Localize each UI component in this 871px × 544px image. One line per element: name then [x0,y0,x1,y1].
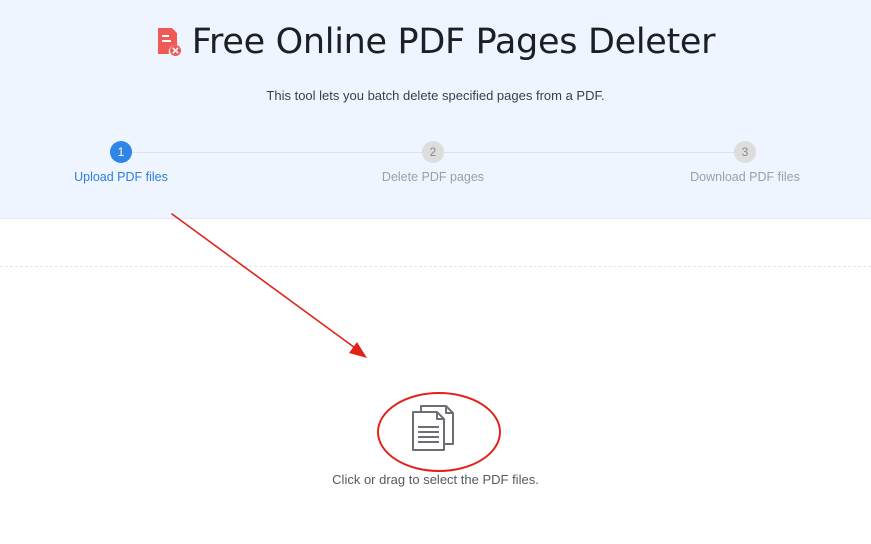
title-row: Free Online PDF Pages Deleter [0,18,871,66]
step-number: 1 [110,141,132,163]
step-upload: 1 Upload PDF files [41,141,201,184]
hero-banner: Free Online PDF Pages Deleter This tool … [0,0,871,219]
page-subtitle: This tool lets you batch delete specifie… [266,88,605,103]
stepper: 1 Upload PDF files 2 Delete PDF pages 3 … [0,141,871,191]
step-download: 3 Download PDF files [665,141,825,184]
step-number: 3 [734,141,756,163]
step-label: Delete PDF pages [381,170,485,184]
step-label: Upload PDF files [74,170,168,184]
step-label: Download PDF files [690,170,800,184]
pdf-delete-icon [157,28,181,56]
upload-instructions[interactable]: Click or drag to select the PDF files. [0,472,871,487]
page-title: Free Online PDF Pages Deleter [191,22,716,62]
step-delete: 2 Delete PDF pages [353,141,513,184]
step-number: 2 [422,141,444,163]
files-icon[interactable] [411,404,455,452]
